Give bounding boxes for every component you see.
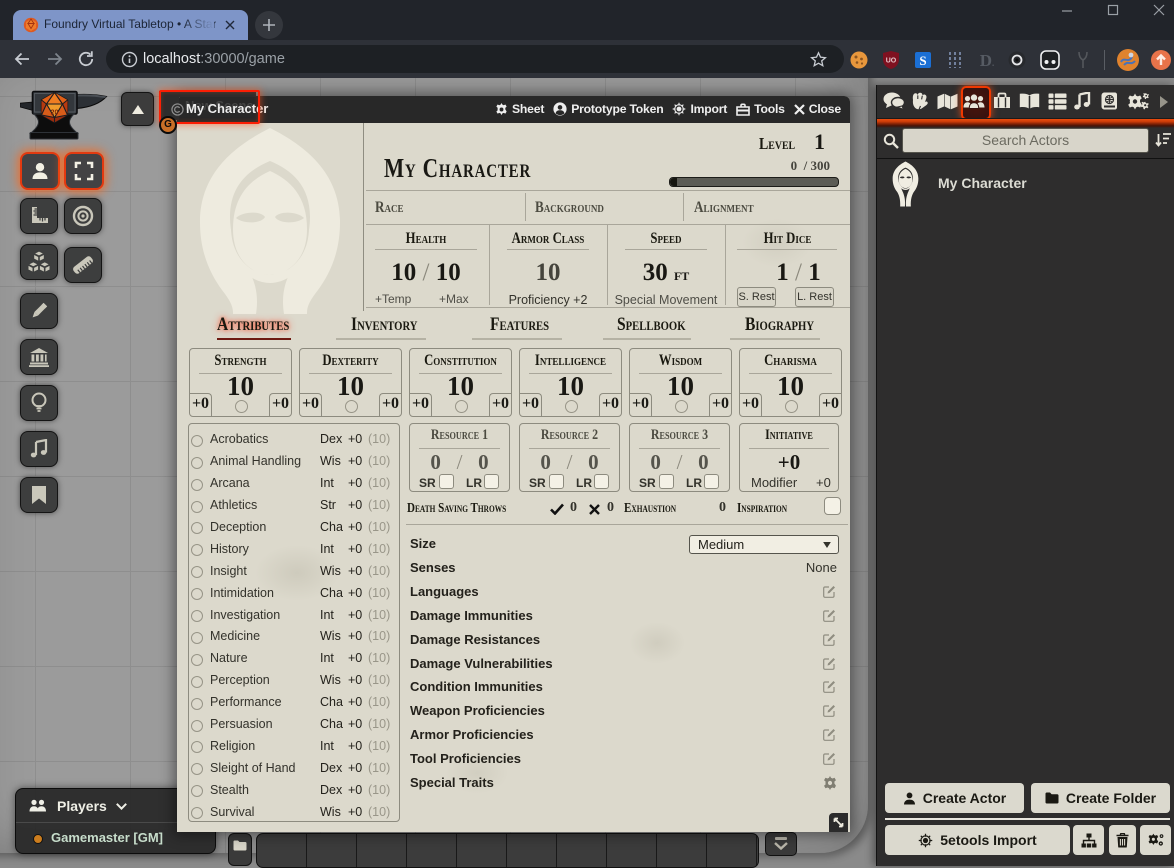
svg-text:UO: UO xyxy=(886,58,897,65)
svg-text:20: 20 xyxy=(51,110,59,117)
svg-text:S: S xyxy=(919,53,926,68)
